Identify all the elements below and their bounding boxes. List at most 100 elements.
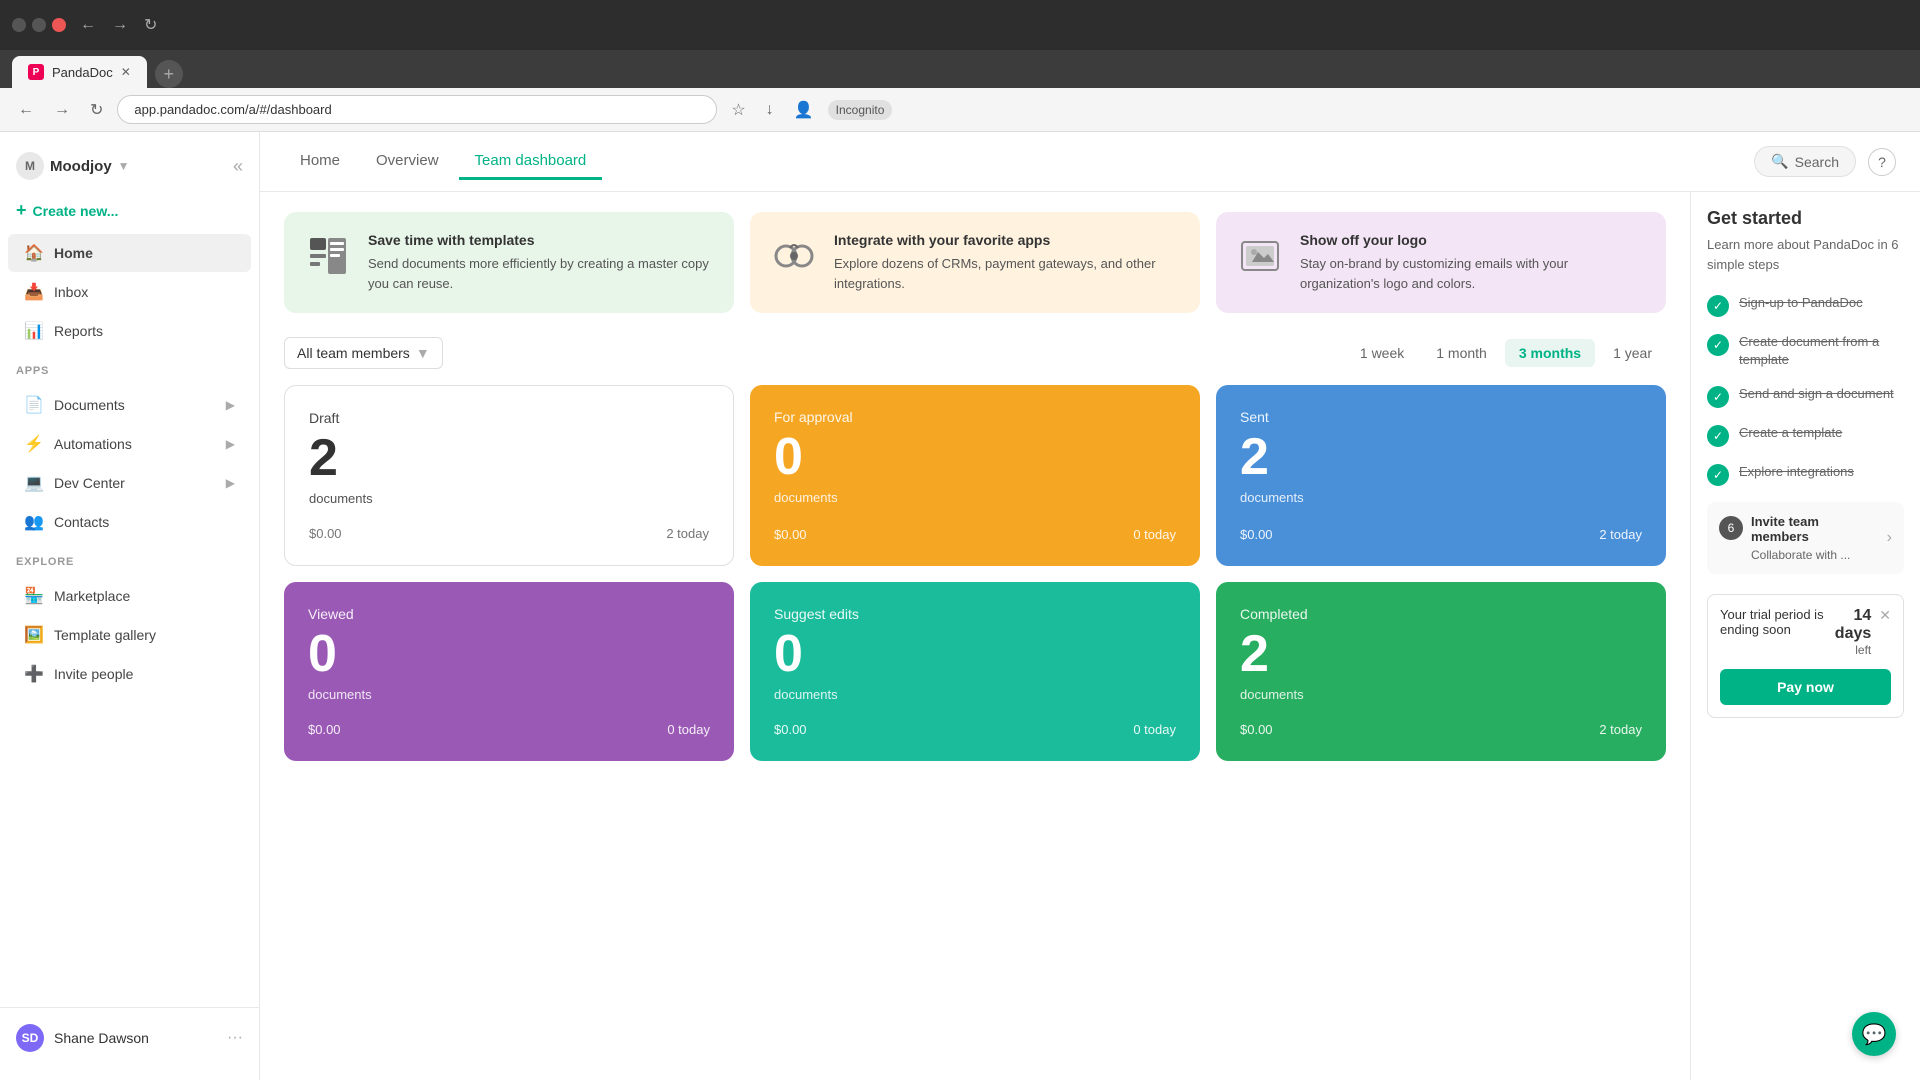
sidebar-item-contacts[interactable]: 👥 Contacts	[8, 503, 251, 541]
stat-card-for-approval[interactable]: For approval 0 documents $0.00 0 today	[750, 385, 1200, 566]
tab-close-icon[interactable]: ✕	[121, 65, 131, 79]
trial-close-icon[interactable]: ✕	[1879, 607, 1891, 624]
download-icon[interactable]: ↓	[760, 97, 780, 123]
get-started-subtitle: Learn more about PandaDoc in 6 simple st…	[1707, 235, 1904, 274]
user-more-icon[interactable]: ···	[227, 1029, 243, 1047]
reload-icon[interactable]: ↻	[84, 96, 109, 124]
completed-footer: $0.00 2 today	[1240, 706, 1642, 737]
dev-center-chevron-icon: ▶	[226, 476, 235, 490]
address-bar-input[interactable]	[117, 95, 717, 124]
profile-icon[interactable]: 👤	[788, 96, 820, 124]
stat-card-draft[interactable]: Draft 2 documents $0.00 2 today	[284, 385, 734, 566]
integrations-promo-text: Integrate with your favorite apps Explor…	[834, 232, 1180, 293]
back-icon[interactable]: ←	[12, 97, 40, 123]
viewed-amount: $0.00	[308, 722, 341, 737]
sidebar-item-invite-people[interactable]: ➕ Invite people	[8, 655, 251, 693]
new-tab-button[interactable]: +	[155, 60, 183, 88]
right-panel: Get started Learn more about PandaDoc in…	[1690, 192, 1920, 1080]
maximize-button[interactable]	[32, 18, 46, 32]
window-controls[interactable]	[12, 18, 66, 32]
team-filter-caret: ▼	[416, 345, 430, 361]
viewed-footer: $0.00 0 today	[308, 706, 710, 737]
pay-now-button[interactable]: Pay now	[1720, 669, 1891, 705]
user-profile[interactable]: SD Shane Dawson ···	[0, 1016, 259, 1060]
explore-nav: 🏪 Marketplace 🖼️ Template gallery ➕ Invi…	[0, 572, 259, 698]
sidebar-item-documents[interactable]: 📄 Documents ▶	[8, 386, 251, 424]
trial-row: Your trial period is ending soon 14 days…	[1720, 607, 1891, 657]
invite-desc: Collaborate with ...	[1751, 548, 1879, 562]
sidebar-item-home[interactable]: 🏠 Home	[8, 234, 251, 272]
workspace-selector[interactable]: M Moodjoy ▼	[16, 152, 130, 180]
trial-banner: Your trial period is ending soon 14 days…	[1707, 594, 1904, 718]
app-container: M Moodjoy ▼ « + Create new... 🏠 Home 📥 I…	[0, 132, 1920, 1080]
create-plus-icon: +	[16, 200, 27, 221]
bookmark-icon[interactable]: ☆	[725, 96, 751, 124]
stat-card-suggest-edits[interactable]: Suggest edits 0 documents $0.00 0 today	[750, 582, 1200, 761]
sidebar-collapse-button[interactable]: «	[233, 156, 243, 177]
apps-nav: 📄 Documents ▶ ⚡ Automations ▶ 💻 Dev Cent…	[0, 381, 259, 546]
sent-sublabel: documents	[1240, 490, 1642, 505]
sidebar-item-marketplace[interactable]: 🏪 Marketplace	[8, 577, 251, 615]
workspace-avatar: M	[16, 152, 44, 180]
sidebar-item-inbox[interactable]: 📥 Inbox	[8, 273, 251, 311]
reports-icon: 📊	[24, 321, 44, 341]
viewed-label: Viewed	[308, 606, 710, 622]
draft-label: Draft	[309, 410, 709, 426]
browser-tab[interactable]: P PandaDoc ✕	[12, 56, 147, 88]
user-name-label: Shane Dawson	[54, 1030, 217, 1046]
user-avatar: SD	[16, 1024, 44, 1052]
contacts-icon: 👥	[24, 512, 44, 532]
main-tabs: Home Overview Team dashboard	[284, 144, 602, 180]
search-icon: 🔍	[1771, 153, 1788, 170]
promo-card-templates[interactable]: Save time with templates Send documents …	[284, 212, 734, 313]
contacts-label: Contacts	[54, 514, 235, 530]
dev-center-icon: 💻	[24, 473, 44, 493]
search-label: Search	[1795, 154, 1839, 170]
help-button[interactable]: ?	[1868, 148, 1896, 176]
forward-button[interactable]: →	[106, 12, 134, 38]
stat-card-completed[interactable]: Completed 2 documents $0.00 2 today	[1216, 582, 1666, 761]
team-filter-dropdown[interactable]: All team members ▼	[284, 337, 443, 369]
promo-card-integrations[interactable]: Integrate with your favorite apps Explor…	[750, 212, 1200, 313]
tab-overview[interactable]: Overview	[360, 144, 455, 180]
sidebar-item-dev-center[interactable]: 💻 Dev Center ▶	[8, 464, 251, 502]
time-filter-month[interactable]: 1 month	[1422, 339, 1501, 367]
tab-team-dashboard[interactable]: Team dashboard	[459, 144, 603, 180]
search-button[interactable]: 🔍 Search	[1754, 146, 1856, 177]
completed-amount: $0.00	[1240, 722, 1273, 737]
time-filter-3months[interactable]: 3 months	[1505, 339, 1595, 367]
sidebar-item-automations[interactable]: ⚡ Automations ▶	[8, 425, 251, 463]
sidebar-item-template-gallery[interactable]: 🖼️ Template gallery	[8, 616, 251, 654]
minimize-button[interactable]	[12, 18, 26, 32]
pandadoc-favicon: P	[28, 64, 44, 80]
sidebar-item-reports[interactable]: 📊 Reports	[8, 312, 251, 350]
apps-section-label: APPS	[0, 355, 259, 381]
chat-bubble-button[interactable]: 💬	[1852, 1012, 1896, 1056]
invite-section[interactable]: 6 Invite team members Collaborate with .…	[1707, 502, 1904, 574]
logo-promo-title: Show off your logo	[1300, 232, 1646, 248]
refresh-button[interactable]: ↻	[138, 11, 163, 39]
marketplace-icon: 🏪	[24, 586, 44, 606]
sidebar: M Moodjoy ▼ « + Create new... 🏠 Home 📥 I…	[0, 132, 260, 1080]
invite-arrow-icon[interactable]: ›	[1887, 529, 1892, 547]
time-filter-year[interactable]: 1 year	[1599, 339, 1666, 367]
forward-icon[interactable]: →	[48, 97, 76, 123]
step-signup-text: Sign-up to PandaDoc	[1739, 294, 1863, 312]
stats-grid: Draft 2 documents $0.00 2 today For appr…	[284, 385, 1666, 761]
main-nav: 🏠 Home 📥 Inbox 📊 Reports	[0, 229, 259, 355]
create-new-button[interactable]: + Create new...	[0, 192, 259, 229]
stat-card-sent[interactable]: Sent 2 documents $0.00 2 today	[1216, 385, 1666, 566]
close-button[interactable]	[52, 18, 66, 32]
template-gallery-label: Template gallery	[54, 627, 235, 643]
tab-home[interactable]: Home	[284, 144, 356, 180]
promo-card-logo[interactable]: Show off your logo Stay on-brand by cust…	[1216, 212, 1666, 313]
stat-card-viewed[interactable]: Viewed 0 documents $0.00 0 today	[284, 582, 734, 761]
sent-label: Sent	[1240, 409, 1642, 425]
inbox-label: Inbox	[54, 284, 235, 300]
workspace-name-label: Moodjoy	[50, 158, 112, 175]
step-create-doc: ✓ Create document from a template	[1707, 333, 1904, 369]
time-filter-week[interactable]: 1 week	[1346, 339, 1418, 367]
back-button[interactable]: ←	[74, 12, 102, 38]
for-approval-sublabel: documents	[774, 490, 1176, 505]
suggest-edits-number: 0	[774, 626, 1176, 683]
